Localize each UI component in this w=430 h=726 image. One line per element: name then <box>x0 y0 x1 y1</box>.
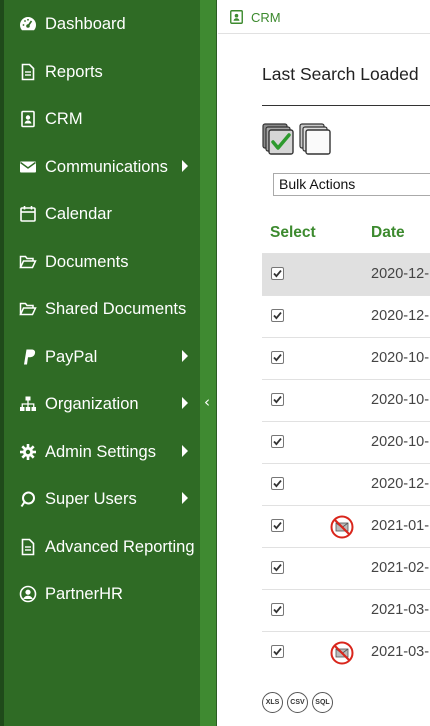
sidebar-item-advanced-reporting[interactable]: Advanced Reporting <box>4 527 200 567</box>
table-row[interactable]: 2020-10- <box>262 421 430 463</box>
table-row[interactable]: 2020-12- <box>262 253 430 295</box>
select-all-icon[interactable] <box>262 123 334 157</box>
sidebar-item-label: Dashboard <box>45 14 126 33</box>
folder-open-icon <box>19 253 37 271</box>
breadcrumb: CRM <box>218 0 430 34</box>
page-title: Last Search Loaded <box>262 64 419 84</box>
table-row[interactable]: 2021-01- <box>262 505 430 547</box>
row-date: 2020-10- <box>371 350 430 366</box>
bulk-actions-select[interactable]: Bulk Actions <box>273 173 430 196</box>
sidebar-item-label: Communications <box>45 157 168 176</box>
sidebar-item-calendar[interactable]: Calendar <box>4 194 200 234</box>
chevron-right-icon <box>182 397 188 409</box>
table-row[interactable]: 2021-02- <box>262 547 430 589</box>
row-select-checkbox[interactable] <box>271 561 284 574</box>
sidebar-item-label: Shared Documents <box>45 299 187 318</box>
title-divider <box>262 105 430 106</box>
folder-open-icon <box>19 300 37 318</box>
sidebar-item-label: Documents <box>45 252 129 271</box>
table-row[interactable]: 2021-03- <box>262 631 430 673</box>
breadcrumb-crm-link[interactable]: CRM <box>251 10 281 25</box>
row-date: 2020-12- <box>371 266 430 282</box>
row-date: 2020-12- <box>371 308 430 324</box>
row-select-checkbox[interactable] <box>271 309 284 322</box>
row-date: 2020-12- <box>371 476 430 492</box>
super-user-icon <box>19 490 37 508</box>
sidebar-item-label: Calendar <box>45 204 112 223</box>
table-row[interactable]: 2021-03- <box>262 589 430 631</box>
sidebar-item-label: Super Users <box>45 489 137 508</box>
sidebar-item-reports[interactable]: Reports <box>4 52 200 92</box>
sidebar-item-crm[interactable]: CRM <box>4 99 200 139</box>
user-circle-icon <box>19 585 37 603</box>
chevron-right-icon <box>182 160 188 172</box>
table-row[interactable]: 2020-12- <box>262 295 430 337</box>
sidebar-item-dashboard[interactable]: Dashboard <box>4 4 200 44</box>
chevron-left-icon[interactable]: ‹ <box>204 393 210 411</box>
paypal-icon <box>19 348 37 366</box>
table-row[interactable]: 2020-10- <box>262 337 430 379</box>
sidebar: Dashboard Reports CRM Communications Cal… <box>0 0 200 726</box>
chevron-right-icon <box>182 350 188 362</box>
chevron-right-icon <box>182 492 188 504</box>
row-date: 2020-10- <box>371 392 430 408</box>
row-select-checkbox[interactable] <box>271 477 284 490</box>
row-select-checkbox[interactable] <box>271 435 284 448</box>
main-content: CRM Last Search Loaded Bulk Actions Sele… <box>218 0 430 726</box>
row-select-checkbox[interactable] <box>271 519 284 532</box>
sidebar-item-paypal[interactable]: PayPal <box>4 337 200 377</box>
export-sql-button[interactable]: SQL <box>312 692 333 713</box>
column-header-select[interactable]: Select <box>270 224 316 242</box>
no-email-icon <box>330 641 354 665</box>
sidebar-item-documents[interactable]: Documents <box>4 242 200 282</box>
sidebar-item-shared-documents[interactable]: Shared Documents <box>4 289 200 329</box>
envelope-icon <box>19 158 37 176</box>
no-email-icon <box>330 515 354 539</box>
sidebar-item-label: Admin Settings <box>45 442 156 461</box>
document-icon <box>19 63 37 81</box>
row-select-checkbox[interactable] <box>271 603 284 616</box>
sidebar-item-communications[interactable]: Communications <box>4 147 200 187</box>
row-date: 2021-03- <box>371 602 430 618</box>
export-buttons: XLS CSV SQL <box>262 692 342 716</box>
sidebar-item-label: Organization <box>45 394 139 413</box>
gear-icon <box>19 443 37 461</box>
chevron-right-icon <box>182 445 188 457</box>
contact-card-icon <box>19 110 37 128</box>
sidebar-item-label: Reports <box>45 62 103 81</box>
sidebar-item-partnerhr[interactable]: PartnerHR <box>4 574 200 614</box>
export-xls-button[interactable]: XLS <box>262 692 283 713</box>
row-date: 2021-03- <box>371 644 430 660</box>
row-select-checkbox[interactable] <box>271 645 284 658</box>
sitemap-icon <box>19 395 37 413</box>
document-icon <box>19 538 37 556</box>
sidebar-item-admin-settings[interactable]: Admin Settings <box>4 432 200 472</box>
sidebar-item-label: CRM <box>45 109 83 128</box>
sidebar-item-organization[interactable]: Organization <box>4 384 200 424</box>
calendar-icon <box>19 205 37 223</box>
table-row[interactable]: 2020-10- <box>262 379 430 421</box>
row-date: 2020-10- <box>371 434 430 450</box>
dashboard-icon <box>19 15 37 33</box>
column-header-date[interactable]: Date <box>371 224 405 242</box>
table-row[interactable]: 2020-12- <box>262 463 430 505</box>
row-select-checkbox[interactable] <box>271 351 284 364</box>
row-date: 2021-02- <box>371 560 430 576</box>
sidebar-item-label: Advanced Reporting <box>45 537 195 556</box>
sidebar-item-super-users[interactable]: Super Users <box>4 479 200 519</box>
sidebar-collapse-toggle[interactable]: ‹ <box>200 0 217 726</box>
sidebar-item-label: PayPal <box>45 347 98 366</box>
export-csv-button[interactable]: CSV <box>287 692 308 713</box>
sidebar-item-label: PartnerHR <box>45 584 123 603</box>
row-select-checkbox[interactable] <box>271 393 284 406</box>
row-date: 2021-01- <box>371 518 430 534</box>
row-select-checkbox[interactable] <box>271 267 284 280</box>
contact-card-icon <box>230 10 243 24</box>
